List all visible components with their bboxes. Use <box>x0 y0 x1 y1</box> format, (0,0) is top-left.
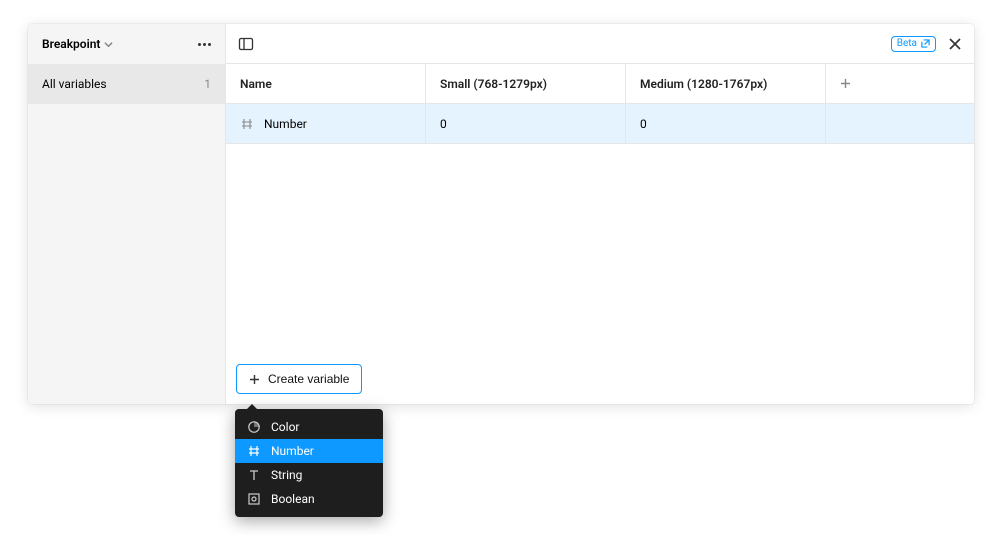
color-icon <box>247 420 261 434</box>
add-mode-button[interactable] <box>826 64 974 103</box>
table-header-row: Name Small (768-1279px) Medium (1280-176… <box>226 64 974 104</box>
sidebar-item-all-variables[interactable]: All variables 1 <box>28 64 225 104</box>
collection-name-label: Breakpoint <box>42 37 100 51</box>
collection-selector[interactable]: Breakpoint <box>42 37 113 51</box>
column-header-mode-medium[interactable]: Medium (1280-1767px) <box>626 64 826 103</box>
menu-item-color[interactable]: Color <box>235 415 383 439</box>
menu-item-number[interactable]: Number <box>235 439 383 463</box>
sidebar-toggle-icon[interactable] <box>238 36 254 52</box>
menu-item-label: String <box>271 468 302 482</box>
boolean-icon <box>247 492 261 506</box>
row-end-cell <box>826 104 974 143</box>
number-icon <box>240 117 254 131</box>
chevron-down-icon <box>104 40 113 49</box>
variable-name-cell[interactable]: Number <box>226 104 426 143</box>
variable-value-cell-medium[interactable]: 0 <box>626 104 826 143</box>
variable-name-label: Number <box>264 117 307 131</box>
variables-panel: Breakpoint All variables 1 <box>28 24 974 404</box>
sidebar: Breakpoint All variables 1 <box>28 24 226 404</box>
beta-label: Beta <box>897 39 917 49</box>
string-icon <box>247 468 261 482</box>
variable-value-cell-small[interactable]: 0 <box>426 104 626 143</box>
menu-item-string[interactable]: String <box>235 463 383 487</box>
variable-type-menu: Color Number String Boolean <box>235 409 383 517</box>
variables-table: Name Small (768-1279px) Medium (1280-176… <box>226 64 974 144</box>
sidebar-item-label: All variables <box>42 77 107 91</box>
main-header: Beta <box>226 24 974 64</box>
sidebar-item-count: 1 <box>204 77 211 91</box>
more-options-button[interactable] <box>194 39 215 50</box>
plus-icon <box>840 78 851 89</box>
number-icon <box>247 444 261 458</box>
table-row[interactable]: Number 0 0 <box>226 104 974 144</box>
sidebar-header: Breakpoint <box>28 24 225 64</box>
menu-item-label: Number <box>271 444 314 458</box>
menu-item-label: Color <box>271 420 299 434</box>
plus-icon <box>249 374 260 385</box>
column-header-name[interactable]: Name <box>226 64 426 103</box>
beta-badge[interactable]: Beta <box>891 36 936 52</box>
menu-item-label: Boolean <box>271 492 315 506</box>
create-variable-label: Create variable <box>268 372 349 386</box>
main-area: Beta Name Small (768-1279px) <box>226 24 974 404</box>
column-header-mode-small[interactable]: Small (768-1279px) <box>426 64 626 103</box>
menu-item-boolean[interactable]: Boolean <box>235 487 383 511</box>
external-link-icon <box>921 39 930 48</box>
create-variable-button[interactable]: Create variable <box>236 364 362 394</box>
close-button[interactable] <box>948 37 962 51</box>
footer: Create variable <box>236 364 362 394</box>
